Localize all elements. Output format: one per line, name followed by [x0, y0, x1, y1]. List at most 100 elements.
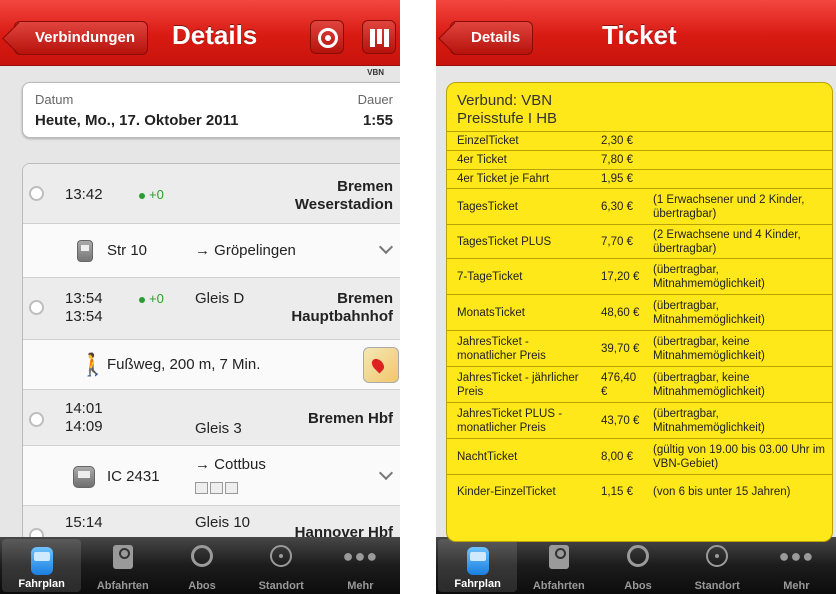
document-icon — [548, 545, 569, 569]
tab-standort[interactable]: Standort — [678, 537, 757, 594]
walk-text: Fußweg, 200 m, 7 Min. — [107, 356, 261, 373]
chevron-down-icon[interactable] — [378, 239, 394, 255]
ticket-row: TagesTicket PLUS 7,70 € (2 Erwachsene und … — [447, 224, 832, 259]
tab-abfahrten[interactable]: Abfahrten — [519, 537, 598, 594]
alarm-clock-icon — [627, 545, 649, 567]
tab-fahrplan[interactable]: Fahrplan — [438, 539, 518, 592]
tab-label: Standort — [694, 580, 740, 592]
page-title: Ticket — [602, 20, 677, 50]
tab-label: Mehr — [347, 580, 374, 592]
ticket-name: MonatsTicket — [447, 294, 595, 331]
leg-direction: → Gröpelingen — [195, 242, 296, 259]
tab-abos[interactable]: Abos — [162, 537, 241, 594]
bike-icon — [195, 482, 208, 494]
ticket-price: 6,30 € — [595, 188, 649, 225]
stop-row[interactable]: 14:01 14:09 Gleis 3 Bremen Hbf — [23, 390, 400, 446]
back-button-label: Details — [471, 29, 521, 46]
stop-row[interactable]: 13:42 +0 Bremen Weserstadion — [23, 164, 400, 224]
tab-label: Fahrplan — [454, 578, 501, 590]
back-button[interactable]: Verbindungen — [14, 21, 149, 55]
back-button-label: Verbindungen — [35, 29, 136, 46]
tab-mehr[interactable]: ●●● Mehr — [321, 537, 400, 594]
leg-row[interactable]: 🚶 Fußweg, 200 m, 7 Min. — [23, 340, 400, 390]
ticket-note: (übertragbar, Mitnahmemöglichkeit) — [649, 402, 832, 439]
delay-badge: +0 — [139, 187, 164, 202]
date-card: Datum Heute, Mo., 17. Oktober 2011 Dauer… — [22, 82, 400, 138]
leg-row[interactable]: Str 10 → Gröpelingen — [23, 224, 400, 278]
ticket-name: 4er Ticket je Fahrt — [447, 169, 595, 189]
stop-time: 13:42 — [65, 186, 103, 203]
date-value: Heute, Mo., 17. Oktober 2011 — [35, 112, 239, 129]
tab-label: Abos — [624, 580, 652, 592]
ticket-name: Kinder-EinzelTicket — [447, 474, 595, 509]
ticket-name: 7-TageTicket — [447, 258, 595, 295]
delay-badge: +0 — [139, 291, 164, 306]
stop-time: 14:01 — [65, 400, 103, 417]
ticket-price: 1,15 € — [595, 474, 649, 509]
alarm-clock-icon — [191, 545, 213, 567]
bistro-icon — [225, 482, 238, 494]
ticket-row: MonatsTicket 48,60 € (übertragbar, Mitnahm… — [447, 294, 832, 331]
more-dots-icon: ●●● — [342, 546, 379, 566]
price-level-label: Preisstufe I HB — [457, 110, 558, 127]
platform: Gleis D — [195, 290, 245, 307]
stop-time: 15:14 — [65, 514, 103, 531]
ticket-row: EinzelTicket 2,30 € — [447, 131, 832, 151]
more-dots-icon: ●●● — [778, 546, 815, 566]
duration-value: 1:55 — [362, 112, 393, 129]
ticket-note: (von 6 bis unter 15 Jahren) — [649, 474, 832, 509]
stop-row[interactable]: 13:54 13:54 +0 Gleis D Bremen Hauptbahnh… — [23, 278, 400, 340]
map-button[interactable] — [362, 20, 396, 54]
ticket-row: JahresTicket - monatlicher Preis 39,70 €(… — [447, 330, 832, 367]
ticket-price-card: Verbund: VBN Preisstufe I HB EinzelTicke… — [446, 82, 833, 542]
tab-bar: Fahrplan Abfahrten Abos Standort ●●● Mehr — [0, 537, 400, 594]
ticket-price: 48,60 € — [595, 294, 649, 331]
ticket-name: 4er Ticket — [447, 150, 595, 170]
stop-time: 13:54 — [65, 290, 103, 307]
ticket-table: EinzelTicket 2,30 €4er Ticket 7,80 €4er Ti… — [447, 131, 832, 509]
tab-abfahrten[interactable]: Abfahrten — [83, 537, 162, 594]
map-icon — [370, 29, 390, 47]
station-name-line2: Weserstadion — [294, 196, 393, 213]
stop-dot — [29, 300, 44, 315]
station-name: Bremen Hbf — [307, 410, 393, 427]
chevron-down-icon[interactable] — [378, 465, 394, 481]
page-title: Details — [172, 20, 258, 50]
ticket-price: 43,70 € — [595, 402, 649, 439]
tab-mehr[interactable]: ●●● Mehr — [757, 537, 836, 594]
stop-dot — [29, 186, 44, 201]
tariff-header: Verbund: VBN Preisstufe I HB — [457, 92, 557, 128]
tram-icon — [30, 547, 53, 575]
ticket-row: TagesTicket 6,30 € (1 Erwachsener und 2 Ki… — [447, 188, 832, 225]
ticket-price: 1,95 € — [595, 169, 649, 189]
ticket-row: JahresTicket PLUS - monatlicher Preis 43,… — [447, 402, 832, 439]
ticket-price: 7,80 € — [595, 150, 649, 170]
map-thumbnail-icon[interactable] — [363, 347, 399, 383]
ticket-price: 8,00 € — [595, 438, 649, 475]
ticket-note: (übertragbar, keine Mitnahmemöglichkeit) — [649, 366, 832, 403]
amenity-icons — [195, 482, 238, 494]
tab-label: Abfahrten — [532, 580, 585, 592]
nav-bar: Verbindungen Details — [0, 0, 400, 66]
ticket-note — [649, 131, 832, 151]
ticket-note: (übertragbar, Mitnahmemöglichkeit) — [649, 294, 832, 331]
ticket-name: NachtTicket — [447, 438, 595, 475]
station-name: Bremen — [337, 178, 393, 195]
back-button[interactable]: Details — [450, 21, 534, 55]
tab-fahrplan[interactable]: Fahrplan — [2, 539, 82, 592]
ticket-name: JahresTicket - monatlicher Preis — [447, 330, 595, 367]
ticket-note: (übertragbar, Mitnahmemöglichkeit) — [649, 258, 832, 295]
stop-time-2: 14:09 — [65, 418, 103, 435]
ticket-note: (übertragbar, keine Mitnahmemöglichkeit) — [649, 330, 832, 367]
ticket-row: Kinder-EinzelTicket 1,15 € (von 6 bis unte… — [447, 474, 832, 509]
locate-button[interactable] — [310, 20, 344, 54]
ticket-note: (2 Erwachsene und 4 Kinder, übertragbar) — [649, 224, 832, 259]
document-icon — [112, 545, 133, 569]
tab-standort[interactable]: Standort — [242, 537, 321, 594]
ticket-name: TagesTicket — [447, 188, 595, 225]
connection-timeline: 13:42 +0 Bremen Weserstadion Str 10 → Gr… — [22, 163, 400, 543]
leg-row[interactable]: IC 2431 → Cottbus — [23, 446, 400, 506]
tab-abos[interactable]: Abos — [598, 537, 677, 594]
ticket-note: (1 Erwachsener und 2 Kinder, übertragbar… — [649, 188, 832, 225]
ticket-price: 17,20 € — [595, 258, 649, 295]
